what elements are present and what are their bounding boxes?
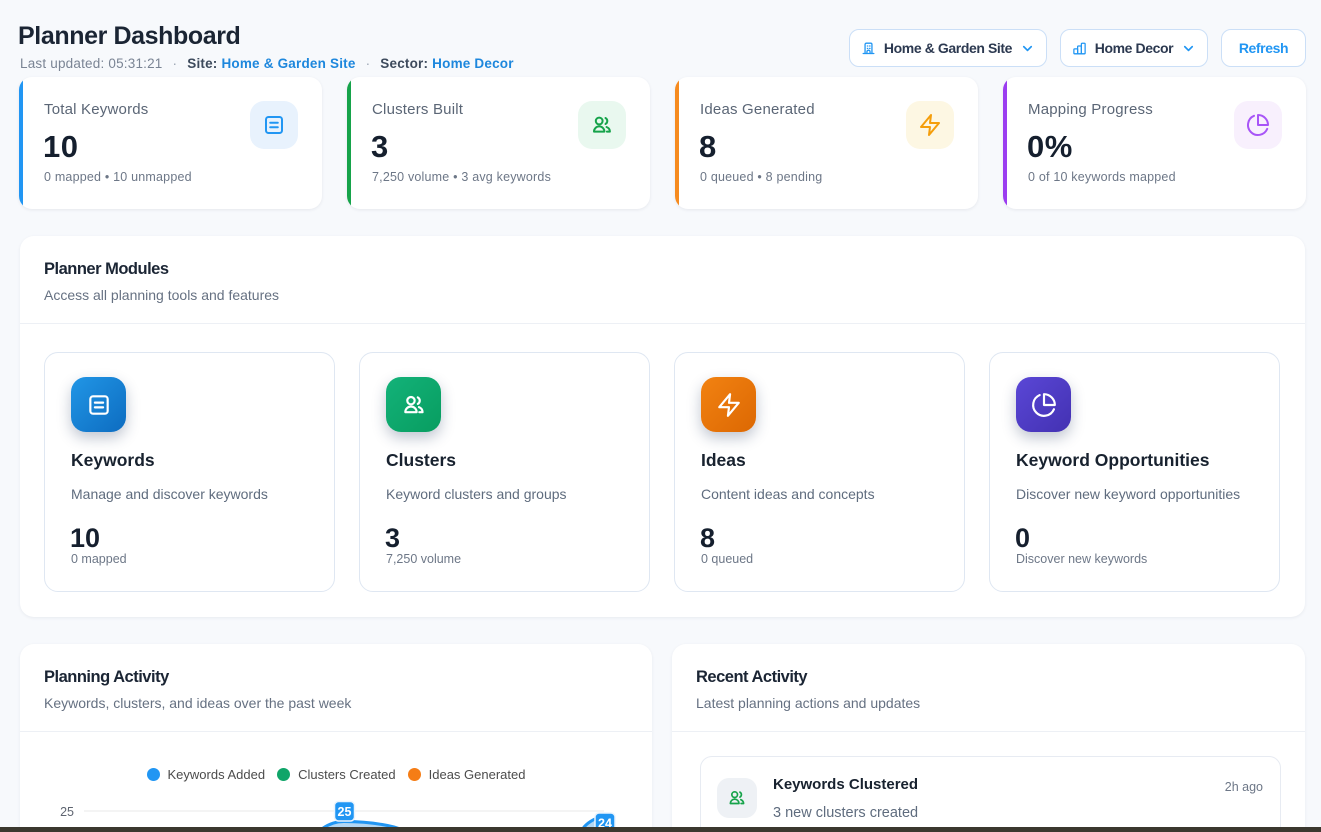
svg-text:25: 25 (338, 805, 352, 819)
